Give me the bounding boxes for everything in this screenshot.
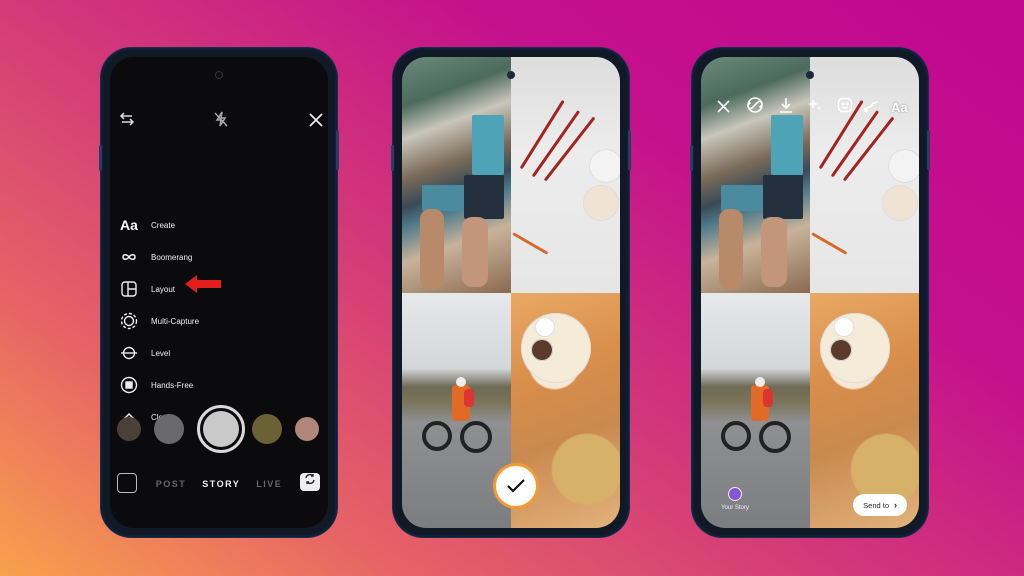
infinity-icon	[119, 247, 139, 267]
donut-image	[535, 316, 555, 337]
send-to-label: Send to	[863, 500, 889, 510]
download-icon[interactable]	[779, 97, 793, 119]
draw-icon[interactable]	[863, 97, 879, 119]
backpack-image	[763, 388, 773, 407]
close-icon[interactable]	[717, 97, 730, 119]
level-icon	[119, 343, 139, 363]
link-icon[interactable]	[747, 97, 763, 119]
multi-capture-icon	[119, 311, 139, 331]
menu-item-create[interactable]: Aa Create	[119, 209, 199, 241]
book-image	[771, 115, 803, 175]
side-button	[336, 130, 339, 170]
phone-layout-grid	[391, 48, 631, 537]
layout-pane-food	[810, 292, 919, 528]
menu-item-label: Layout	[151, 284, 176, 294]
camera-modes-menu: Aa Create Boomerang Layout Multi-Capture…	[119, 209, 199, 433]
menu-item-label: Boomerang	[151, 252, 193, 262]
hand-image	[719, 209, 743, 289]
bike-wheel-image	[721, 420, 751, 451]
front-camera	[507, 71, 515, 79]
text-icon[interactable]: Aa	[891, 97, 908, 119]
layout-pane-pencils[interactable]	[511, 57, 620, 293]
mode-selector: POST STORY LIVE	[110, 479, 328, 493]
sticker-icon[interactable]	[837, 97, 853, 119]
paint-dish-image	[589, 149, 620, 183]
layout-pane-pencils	[810, 57, 919, 293]
hands-free-icon	[119, 375, 139, 395]
pencil-image	[811, 232, 848, 255]
phone-camera-modes: Aa Create Boomerang Layout Multi-Capture…	[99, 48, 339, 537]
side-button	[690, 145, 693, 171]
cookie-image	[531, 338, 553, 361]
book-image	[464, 175, 504, 219]
shutter-button[interactable]	[197, 405, 245, 453]
menu-item-boomerang[interactable]: Boomerang	[119, 241, 199, 273]
hand-image	[420, 209, 444, 289]
pencil-image	[512, 232, 549, 255]
effect-thumb[interactable]	[117, 417, 141, 441]
bike-wheel-image	[759, 420, 791, 453]
camera-top-bar	[110, 110, 328, 134]
close-icon[interactable]	[308, 110, 324, 134]
red-arrow-pointer	[185, 275, 221, 298]
flip-camera-button[interactable]	[300, 473, 320, 491]
send-to-button[interactable]: Send to ›	[853, 494, 907, 516]
phone-story-editor: Aa Your Story Send to ›	[690, 48, 930, 537]
hand-image	[761, 217, 787, 287]
menu-item-label: Create	[151, 220, 176, 230]
helmet-image	[456, 376, 466, 387]
menu-item-label: Hands-Free	[151, 380, 194, 390]
bike-wheel-image	[460, 420, 492, 453]
switch-camera-icon[interactable]	[118, 110, 136, 134]
side-button	[391, 145, 394, 171]
mode-live[interactable]: LIVE	[256, 479, 282, 489]
book-image	[472, 115, 504, 175]
hand-image	[462, 217, 488, 287]
front-camera	[215, 71, 223, 79]
mode-story[interactable]: STORY	[202, 479, 240, 489]
layout-pane-magazines	[701, 57, 810, 293]
effect-thumb[interactable]	[295, 417, 319, 441]
side-button	[99, 145, 102, 171]
screen: Aa Create Boomerang Layout Multi-Capture…	[110, 57, 328, 528]
screen: Aa Your Story Send to ›	[701, 57, 919, 528]
paint-dish-image	[882, 185, 918, 221]
helmet-image	[755, 376, 765, 387]
layout-pane-magazines[interactable]	[402, 57, 511, 293]
your-story-avatar	[728, 487, 742, 501]
mode-post[interactable]: POST	[156, 479, 187, 489]
screen	[402, 57, 620, 528]
effect-thumb[interactable]	[154, 414, 184, 444]
menu-item-level[interactable]: Level	[119, 337, 199, 369]
menu-item-label: Level	[151, 348, 171, 358]
your-story-button[interactable]: Your Story	[715, 487, 755, 511]
effects-icon[interactable]	[807, 97, 823, 119]
cookie-image	[830, 338, 852, 361]
menu-item-multi-capture[interactable]: Multi-Capture	[119, 305, 199, 337]
side-button	[927, 130, 930, 170]
text-icon: Aa	[120, 217, 138, 233]
flash-off-icon[interactable]	[213, 110, 229, 134]
story-editor-toolbar: Aa	[701, 97, 919, 119]
menu-item-label: Multi-Capture	[151, 316, 200, 326]
backpack-image	[464, 388, 474, 407]
book-image	[763, 175, 803, 219]
your-story-label: Your Story	[721, 505, 749, 511]
donut-image	[834, 316, 854, 337]
front-camera	[806, 71, 814, 79]
effect-thumb[interactable]	[252, 414, 282, 444]
layout-icon	[119, 279, 139, 299]
menu-item-hands-free[interactable]: Hands-Free	[119, 369, 199, 401]
bike-wheel-image	[422, 420, 452, 451]
paint-dish-image	[888, 149, 919, 183]
chevron-right-icon: ›	[894, 500, 897, 510]
paint-dish-image	[583, 185, 619, 221]
confirm-layout-button[interactable]	[493, 463, 539, 509]
side-button	[628, 130, 631, 170]
